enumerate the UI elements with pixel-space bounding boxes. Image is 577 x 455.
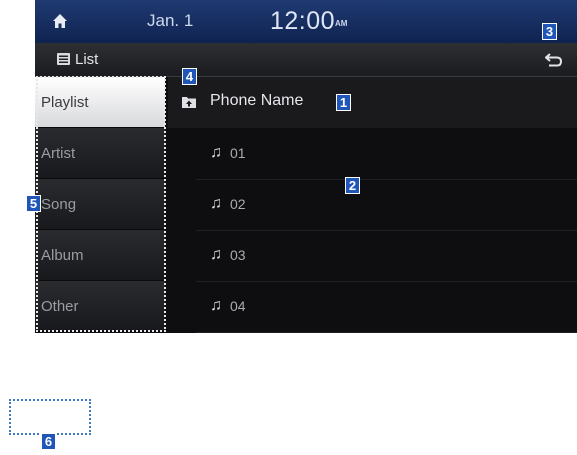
home-icon (53, 14, 67, 28)
list-item[interactable]: ♫ 04 (196, 281, 577, 333)
page-title: List (75, 51, 99, 68)
ampm-indicator: AM (335, 19, 348, 28)
track-title: 04 (230, 298, 246, 314)
folder-up-icon (182, 97, 196, 108)
music-note-icon: ♫ (210, 144, 222, 161)
track-title: 03 (230, 247, 246, 263)
list-item[interactable]: ♫ 02 (196, 179, 577, 231)
track-title: 01 (230, 145, 246, 161)
track-title: 02 (230, 196, 246, 212)
track-list: Phone Name ♫ 01 ♫ 02 ♫ 03 ♫ 04 (168, 77, 577, 333)
folder-row[interactable]: Phone Name (168, 77, 577, 128)
legend-dotted-box (9, 399, 91, 435)
list-item[interactable]: ♫ 01 (196, 128, 577, 180)
date-display: Jan. 1 (147, 11, 194, 30)
callout-2: 2 (345, 177, 360, 194)
callout-1: 1 (336, 94, 351, 111)
callout-3: 3 (542, 23, 557, 40)
sidebar-highlight-outline (36, 76, 166, 332)
folder-name: Phone Name (210, 92, 304, 109)
title-bar: List (35, 43, 577, 77)
list-icon (57, 53, 70, 65)
back-arrow-icon (545, 53, 563, 67)
callout-4: 4 (182, 68, 197, 85)
status-bar: Jan. 1 12:00 AM (35, 0, 577, 43)
music-note-icon: ♫ (210, 297, 222, 314)
clock-display: 12:00 (270, 7, 336, 35)
back-button[interactable] (539, 46, 569, 74)
music-note-icon: ♫ (210, 246, 222, 263)
callout-5: 5 (26, 195, 41, 212)
home-button[interactable] (43, 4, 77, 38)
list-item[interactable]: ♫ 03 (196, 230, 577, 282)
music-note-icon: ♫ (210, 195, 222, 212)
callout-6: 6 (41, 433, 56, 450)
